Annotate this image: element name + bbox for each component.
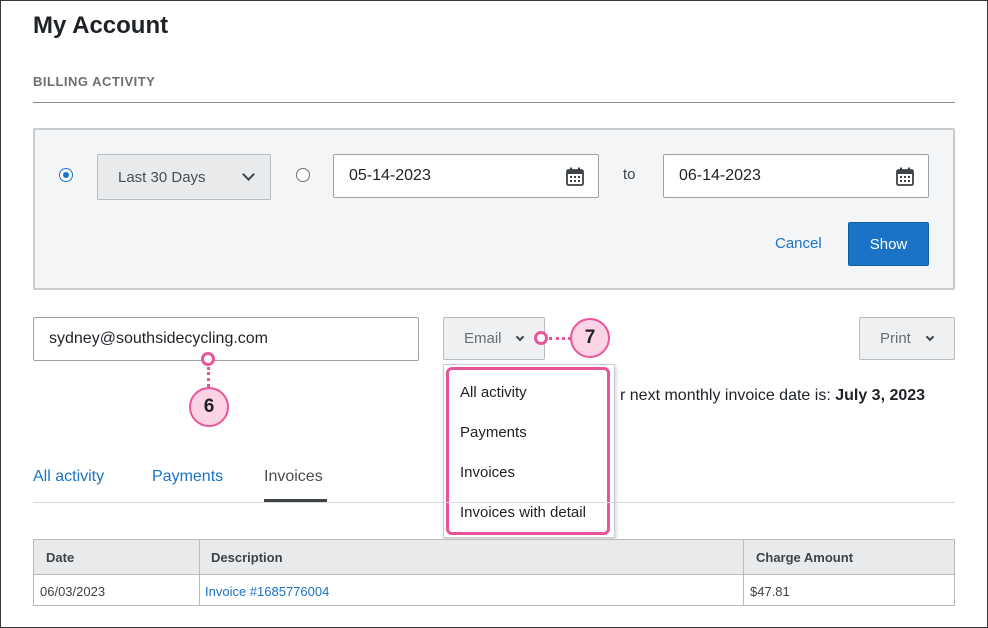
email-button-label: Email	[464, 330, 502, 347]
menu-item-invoices[interactable]: Invoices	[460, 464, 515, 481]
tab-all-activity[interactable]: All activity	[33, 468, 104, 486]
row-date: 06/03/2023	[40, 584, 106, 599]
next-invoice-note: r next monthly invoice date is: July 3, …	[620, 387, 925, 405]
next-invoice-text: r next monthly invoice date is:	[620, 387, 836, 404]
start-date-input[interactable]: 05-14-2023	[333, 154, 599, 198]
chevron-down-icon	[242, 168, 255, 181]
active-tab-indicator	[264, 499, 327, 502]
email-address-value: sydney@southsidecycling.com	[49, 330, 269, 347]
preset-range-value: Last 30 Days	[118, 168, 206, 186]
email-menu-highlight: All activity Payments Invoices Invoices …	[446, 367, 610, 535]
chevron-down-icon	[515, 332, 525, 342]
callout-leader-line	[549, 337, 571, 340]
preset-range-select[interactable]: Last 30 Days	[97, 154, 271, 200]
callout-anchor-dot	[201, 352, 215, 366]
start-date-value: 05-14-2023	[349, 167, 431, 184]
row-charge-amount: $47.81	[750, 584, 790, 599]
menu-item-invoices-with-detail[interactable]: Invoices with detail	[460, 504, 586, 521]
column-header-charge-amount: Charge Amount	[756, 550, 854, 565]
row-invoice-link[interactable]: Invoice #1685776004	[205, 584, 329, 599]
cancel-link[interactable]: Cancel	[775, 235, 822, 252]
callout-leader-line	[207, 367, 210, 387]
column-header-description: Description	[211, 550, 283, 565]
preset-range-radio[interactable]	[59, 168, 73, 182]
chevron-down-icon	[925, 332, 935, 342]
end-date-input[interactable]: 06-14-2023	[663, 154, 929, 198]
section-label: BILLING ACTIVITY	[33, 74, 156, 89]
page-title: My Account	[33, 12, 169, 39]
end-date-value: 06-14-2023	[679, 167, 761, 184]
column-divider	[743, 540, 744, 605]
callout-badge: 6	[189, 387, 229, 427]
calendar-icon[interactable]	[896, 167, 914, 186]
print-button-label: Print	[880, 330, 911, 347]
tabs-divider	[33, 502, 955, 503]
menu-item-all-activity[interactable]: All activity	[460, 384, 527, 401]
print-dropdown-button[interactable]: Print	[859, 317, 955, 360]
menu-item-payments[interactable]: Payments	[460, 424, 527, 441]
custom-range-radio[interactable]	[296, 168, 310, 182]
billing-table: Date Description Charge Amount 06/03/202…	[33, 539, 955, 606]
show-button[interactable]: Show	[848, 222, 929, 266]
next-invoice-date: July 3, 2023	[835, 387, 926, 404]
email-dropdown-button[interactable]: Email	[443, 317, 545, 360]
date-filter-panel	[33, 128, 955, 290]
section-divider	[33, 102, 955, 103]
tab-invoices[interactable]: Invoices	[264, 468, 323, 486]
callout-badge: 7	[570, 318, 610, 358]
tab-payments[interactable]: Payments	[152, 468, 223, 486]
callout-anchor-dot	[534, 331, 548, 345]
calendar-icon[interactable]	[566, 167, 584, 186]
date-range-to-label: to	[623, 166, 636, 183]
email-address-input[interactable]: sydney@southsidecycling.com	[33, 317, 419, 361]
column-divider	[199, 540, 200, 605]
column-header-date: Date	[46, 550, 75, 565]
